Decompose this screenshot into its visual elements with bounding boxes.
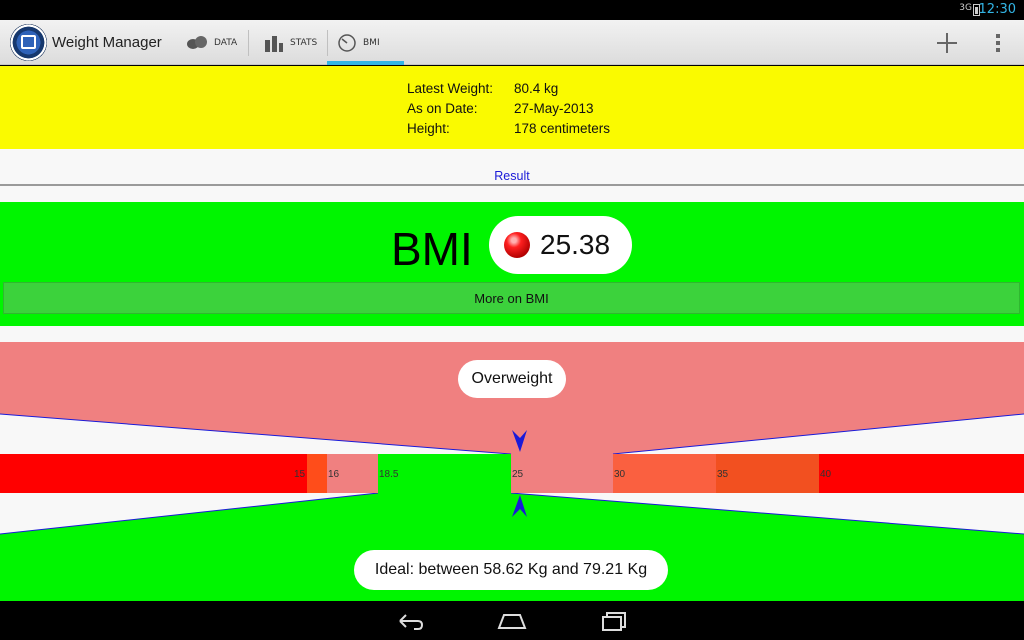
app-logo-icon[interactable] <box>10 24 47 61</box>
date-row: As on Date: 27-May-2013 <box>407 101 594 116</box>
bmi-value: 25.38 <box>540 229 611 260</box>
result-label: Result <box>494 169 530 183</box>
bmi-category-badge: Overweight <box>458 360 566 398</box>
bar-chart-icon <box>265 35 283 52</box>
scale-tick: 15 <box>294 469 306 480</box>
app-title: Weight Manager <box>52 34 162 51</box>
height-row: Height: 178 centimeters <box>407 121 610 136</box>
date-value: 27-May-2013 <box>514 101 594 116</box>
tab-bmi-label: BMI <box>363 37 380 48</box>
more-on-bmi-button[interactable]: More on BMI <box>3 282 1020 314</box>
gauge-icon <box>338 33 356 52</box>
bmi-label: BMI <box>391 223 473 275</box>
latest-weight-value: 80.4 kg <box>514 81 559 96</box>
status-time: 12:30 <box>978 2 1016 17</box>
scale-tick: 40 <box>820 469 832 480</box>
band-severe-under <box>0 454 307 493</box>
scale-tick: 35 <box>717 469 729 480</box>
height-value: 178 centimeters <box>514 121 611 136</box>
band-overweight <box>511 454 613 493</box>
add-icon[interactable] <box>932 28 962 58</box>
scale-tick: 25 <box>512 469 524 480</box>
date-label: As on Date: <box>407 101 478 116</box>
scale-tick: 18.5 <box>379 469 399 480</box>
back-icon[interactable] <box>394 610 426 632</box>
system-nav-bar <box>0 602 1024 640</box>
weight-info-panel: Latest Weight: 80.4 kg As on Date: 27-May-… <box>0 66 1024 149</box>
spacer <box>0 326 1024 342</box>
scale-tick: 16 <box>328 469 340 480</box>
ideal-weight-badge: Ideal: between 58.62 Kg and 79.21 Kg <box>354 550 668 590</box>
home-icon[interactable] <box>496 610 528 632</box>
band-obese-1 <box>613 454 716 493</box>
result-header: Result <box>0 149 1024 186</box>
signal-icon: 3G <box>959 3 972 13</box>
height-label: Height: <box>407 121 450 136</box>
tab-data-label: DATA <box>214 37 238 48</box>
band-obese-3 <box>819 454 1024 493</box>
scale-tick: 30 <box>614 469 626 480</box>
band-obese-2 <box>716 454 819 493</box>
tab-divider <box>248 30 249 56</box>
status-bar: 3G 12:30 <box>0 0 1024 20</box>
band-mild-under <box>307 454 327 493</box>
tab-bmi[interactable]: BMI <box>327 20 404 65</box>
bmi-panel: BMI 25.38 More on BMI <box>0 202 1024 326</box>
overflow-menu-icon[interactable] <box>988 32 1008 54</box>
tab-selected-indicator <box>327 61 404 65</box>
latest-weight-label: Latest Weight: <box>407 81 494 96</box>
spacer <box>0 186 1024 202</box>
action-bar: Weight Manager DATA STATS BMI <box>0 20 1024 65</box>
tab-stats[interactable]: STATS <box>254 20 328 65</box>
latest-weight-row: Latest Weight: 80.4 kg <box>407 81 558 96</box>
recent-apps-icon[interactable] <box>599 610 631 632</box>
bmi-value-badge: 25.38 <box>489 216 632 274</box>
status-dot-icon <box>504 232 530 258</box>
tab-data[interactable]: DATA <box>176 20 248 65</box>
tab-stats-label: STATS <box>290 37 318 48</box>
scale-icon <box>187 35 207 49</box>
